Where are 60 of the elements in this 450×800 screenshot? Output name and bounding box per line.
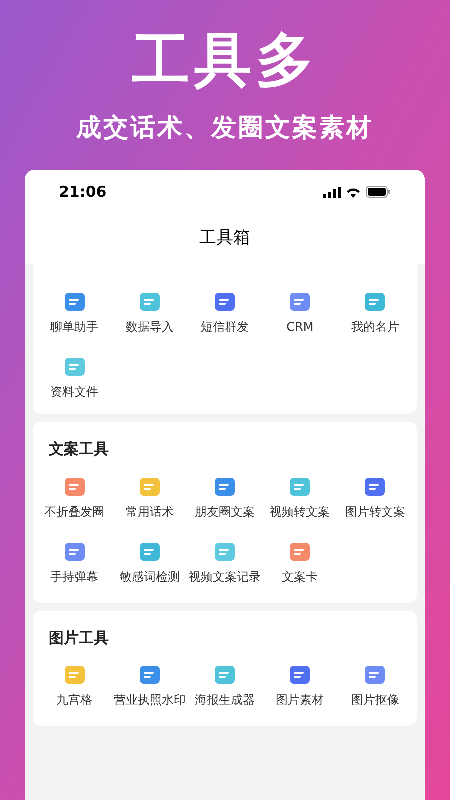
tool-label: 不折叠发圈: [44, 504, 105, 520]
tool-item[interactable]: 敏感词检测: [112, 540, 188, 584]
note-icon: [138, 290, 162, 314]
tool-item[interactable]: 海报生成器: [187, 663, 263, 708]
tool-item[interactable]: CRM: [262, 290, 338, 335]
tool-label: 我的名片: [351, 319, 400, 335]
tool-label: 短信群发: [200, 319, 249, 335]
note-icon: [62, 663, 87, 687]
tool-item[interactable]: 九宫格: [37, 663, 112, 708]
tool-label: 朋友圈文案: [194, 504, 255, 520]
wifi-icon: [346, 186, 361, 198]
note-icon: [62, 355, 87, 379]
tool-item[interactable]: 手持弹幕: [37, 540, 112, 584]
tool-label: 视频文案记录: [188, 568, 261, 584]
tool-label: 资料文件: [50, 384, 99, 400]
tool-item[interactable]: 短信群发: [187, 290, 263, 335]
tool-item[interactable]: 视频转文案: [262, 474, 338, 520]
status-time: 21:06: [59, 182, 107, 203]
tool-label: 文案卡: [282, 568, 318, 584]
note-icon: [363, 290, 388, 314]
tool-label: 敏感词检测: [120, 568, 180, 584]
tool-label: 常用话术: [126, 504, 174, 520]
note-icon: [288, 663, 312, 687]
tool-item[interactable]: 常用话术: [112, 474, 188, 520]
tool-item[interactable]: 数据导入: [112, 290, 188, 335]
tool-item[interactable]: 不折叠发圈: [37, 474, 112, 520]
tool-item[interactable]: 朋友圈文案: [187, 474, 263, 520]
screen-title: 工具箱: [198, 227, 252, 250]
tool-label: 手持弹幕: [50, 568, 99, 584]
tool-label: 图片抠像: [351, 692, 400, 708]
tool-label: 聊单助手: [50, 319, 99, 335]
subheadline: 成交话术、发圈文案素材: [76, 112, 374, 144]
note-icon: [212, 663, 237, 687]
section-title: 文案工具: [48, 439, 110, 460]
headline: 工具多: [132, 28, 318, 92]
note-icon: [138, 663, 162, 687]
tool-item[interactable]: 视频文案记录: [187, 540, 263, 584]
tool-label: 图片转文案: [345, 504, 406, 520]
tool-item[interactable]: 文案卡: [262, 540, 338, 584]
tool-label: 营业执照水印: [114, 692, 186, 708]
tool-item[interactable]: 营业执照水印: [112, 663, 188, 708]
tool-label: 视频转文案: [270, 504, 330, 520]
tool-label: 九宫格: [56, 692, 93, 708]
tool-label: 海报生成器: [194, 692, 255, 708]
tool-item[interactable]: 聊单助手: [37, 290, 112, 335]
note-icon: [288, 290, 312, 314]
tool-item[interactable]: 我的名片: [338, 290, 413, 335]
battery-icon: [366, 186, 391, 198]
tool-item[interactable]: 资料文件: [37, 355, 112, 400]
tool-label: 图片素材: [276, 692, 324, 708]
section-title: 图片工具: [48, 628, 110, 648]
tool-label: CRM: [286, 319, 314, 335]
note-icon: [363, 663, 388, 687]
note-icon: [62, 290, 87, 314]
tool-label: 数据导入: [126, 319, 174, 335]
note-icon: [212, 290, 237, 314]
signal-icon: [323, 186, 341, 198]
tool-item[interactable]: 图片素材: [262, 663, 338, 708]
tool-item[interactable]: 图片转文案: [338, 474, 413, 520]
tool-item[interactable]: 图片抠像: [338, 663, 413, 708]
